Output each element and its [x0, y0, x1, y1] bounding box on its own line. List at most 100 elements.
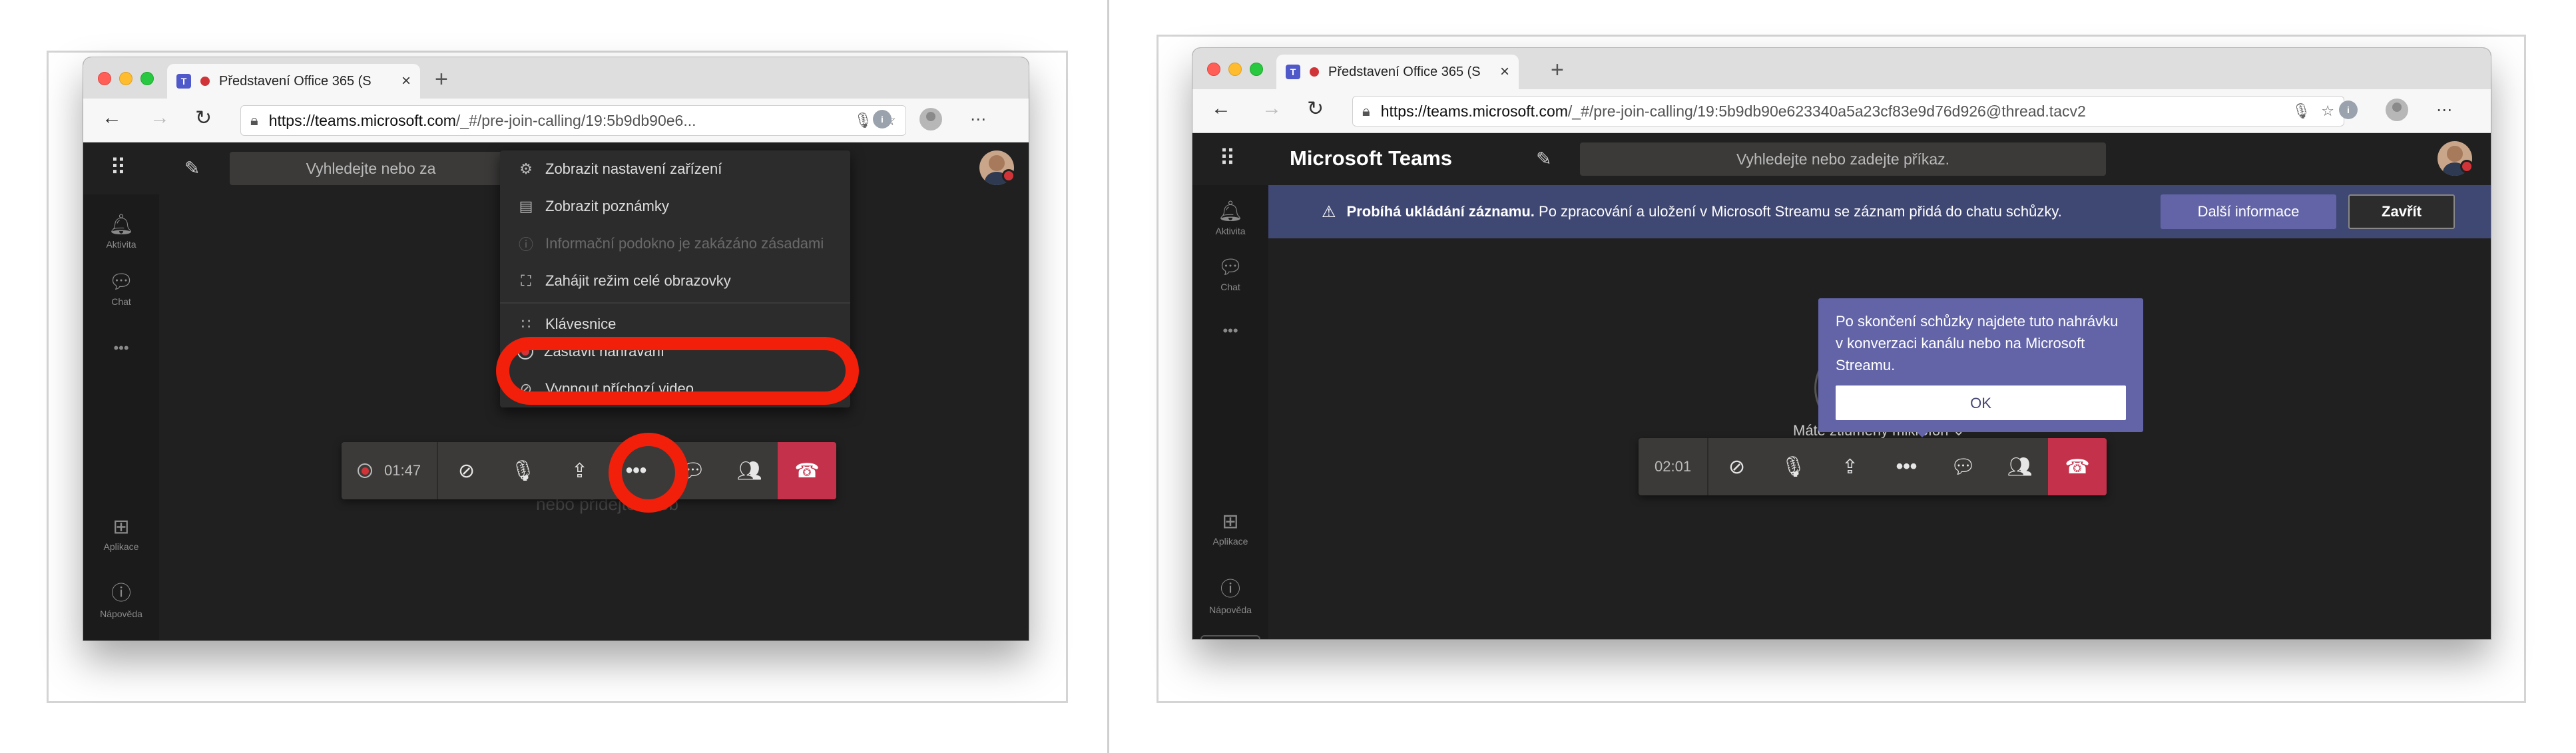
close-banner-button[interactable]: Zavřít — [2348, 194, 2455, 229]
app-launcher-icon[interactable]: ⠿ — [1219, 145, 1236, 172]
microphone-permission-icon[interactable]: 🎙︎ — [854, 112, 872, 129]
reload-button[interactable]: ↻ — [195, 107, 212, 130]
address-bar[interactable]: 🔒︎ https://teams.microsoft.com/_#/pre-jo… — [1352, 96, 2344, 126]
new-chat-icon[interactable]: ✎ — [184, 157, 200, 179]
new-tab-button[interactable]: + — [1551, 57, 1564, 83]
microphone-permission-icon[interactable]: 🎙︎ — [2292, 103, 2310, 120]
hang-up-icon: ☎︎ — [2065, 455, 2090, 478]
share-screen-button[interactable]: ⇪ — [551, 442, 608, 499]
minimize-window-button[interactable] — [1228, 63, 1242, 76]
tab-title: Představení Office 365 (S — [219, 73, 372, 89]
browser-menu-icon[interactable]: ⋯ — [2436, 101, 2452, 120]
app-title: Microsoft Teams — [1290, 146, 1453, 170]
bell-icon: 🔔︎ — [1217, 200, 1244, 222]
address-bar[interactable]: 🔒︎ https://teams.microsoft.com/_#/pre-jo… — [240, 105, 906, 136]
more-info-button[interactable]: Další informace — [2161, 194, 2336, 229]
browser-tab[interactable]: T Představení Office 365 (S × — [167, 64, 420, 99]
url-text: https://teams.microsoft.com/_#/pre-join-… — [269, 112, 844, 130]
presence-status-icon — [1002, 169, 1015, 182]
new-tab-button[interactable]: + — [435, 67, 448, 93]
browser-profile-icon[interactable] — [2386, 99, 2408, 121]
menu-label: Zobrazit nastavení zařízení — [545, 160, 722, 177]
banner-text: Probíhá ukládání záznamu. Po zpracování … — [1347, 203, 2062, 220]
notes-icon: ▤ — [519, 198, 533, 214]
maximize-window-button[interactable] — [1250, 63, 1263, 76]
tooltip-arrow — [1912, 427, 1933, 437]
teams-favicon-icon: T — [1286, 65, 1300, 79]
menu-item-device-settings[interactable]: ⚙ Zobrazit nastavení zařízení — [500, 150, 850, 188]
browser-profile-icon[interactable] — [919, 108, 942, 130]
more-actions-button[interactable]: ••• — [1878, 438, 1935, 495]
more-dots-icon: ••• — [1896, 455, 1918, 477]
info-icon: ⓘ — [518, 236, 533, 253]
mic-toggle-button[interactable]: 🎙︎ — [1765, 438, 1822, 495]
search-input[interactable]: Vyhledejte nebo za — [230, 152, 512, 185]
rail-item-apps[interactable]: ⊞ Aplikace — [1192, 510, 1268, 547]
menu-item-meeting-notes[interactable]: ▤ Zobrazit poznámky — [500, 188, 850, 225]
back-button[interactable]: ← — [1211, 97, 1231, 120]
share-screen-button[interactable]: ⇪ — [1822, 438, 1878, 495]
rail-item-help[interactable]: ⓘ Nápověda — [1192, 573, 1268, 615]
app-rail: 🔔︎ Aktivita 💬︎ Chat ••• ⊞ Aplikace ⓘ Náp… — [83, 194, 159, 640]
keypad-icon: ∷ — [521, 316, 531, 332]
browser-tab[interactable]: T Představení Office 365 (S × — [1276, 55, 1519, 89]
show-participants-button[interactable]: 👥︎ — [721, 442, 778, 499]
call-timer: 02:01 — [1639, 438, 1707, 495]
rail-item-activity[interactable]: 🔔︎ Aktivita — [83, 213, 159, 250]
teams-favicon-icon: T — [176, 74, 191, 89]
title-bar: T Představení Office 365 (S × + — [83, 57, 1029, 99]
camera-off-icon: ⊘ — [1728, 455, 1746, 478]
presence-status-icon — [2460, 160, 2473, 173]
search-input[interactable]: Vyhledejte nebo zadejte příkaz. — [1580, 142, 2106, 176]
mic-toggle-button[interactable]: 🎙︎ — [495, 442, 551, 499]
menu-item-fullscreen[interactable]: ⛶ Zahájit režim celé obrazovky — [500, 262, 850, 300]
rail-item-help[interactable]: ⓘ Nápověda — [83, 577, 159, 619]
forward-button[interactable]: → — [150, 107, 170, 129]
apps-icon: ⊞ — [113, 516, 130, 538]
menu-item-keypad[interactable]: ∷ Klávesnice — [500, 306, 850, 333]
tab-title: Představení Office 365 (S — [1328, 64, 1481, 79]
mic-off-icon: 🎙︎ — [510, 459, 536, 482]
maximize-window-button[interactable] — [140, 72, 154, 85]
window-controls — [1207, 63, 1263, 76]
close-window-button[interactable] — [1207, 63, 1220, 76]
url-host: https://teams.microsoft.com — [1380, 102, 1568, 120]
participants-icon: 👥︎ — [736, 459, 762, 482]
camera-off-icon: ⊘ — [457, 459, 475, 482]
tab-close-icon[interactable]: × — [1500, 63, 1509, 81]
panel-divider — [1107, 0, 1109, 753]
menu-label: Zobrazit poznámky — [545, 198, 669, 214]
rail-label-activity: Aktivita — [1215, 226, 1246, 236]
hang-up-button[interactable]: ☎︎ — [2048, 438, 2107, 495]
camera-toggle-button[interactable]: ⊘ — [438, 442, 495, 499]
hang-up-button[interactable]: ☎︎ — [778, 442, 837, 499]
browser-menu-icon[interactable]: ⋯ — [970, 110, 986, 129]
rail-item-activity[interactable]: 🔔︎ Aktivita — [1192, 200, 1268, 236]
tab-close-icon[interactable]: × — [401, 72, 411, 91]
download-app-button[interactable]: ⤓ — [1200, 635, 1260, 639]
camera-toggle-button[interactable]: ⊘ — [1708, 438, 1765, 495]
tracking-prevention-icon[interactable]: i — [873, 110, 892, 128]
rail-label-apps: Aplikace — [1212, 536, 1248, 547]
show-conversation-button[interactable]: 💬︎ — [1935, 438, 1991, 495]
rail-item-apps[interactable]: ⊞ Aplikace — [83, 515, 159, 552]
show-participants-button[interactable]: 👥︎ — [1991, 438, 2048, 495]
reload-button[interactable]: ↻ — [1307, 97, 1324, 121]
rail-item-more[interactable]: ••• — [1192, 320, 1268, 340]
minimize-window-button[interactable] — [119, 72, 132, 85]
conversation-icon: 💬︎ — [1950, 455, 1976, 478]
title-bar: T Představení Office 365 (S × + — [1192, 48, 2491, 89]
rail-item-chat[interactable]: 💬︎ Chat — [1192, 256, 1268, 292]
back-button[interactable]: ← — [102, 107, 122, 129]
new-chat-icon[interactable]: ✎ — [1536, 148, 1551, 170]
tracking-prevention-icon[interactable]: i — [2339, 101, 2358, 119]
recording-dot-icon — [1310, 67, 1319, 77]
rail-item-chat[interactable]: 💬︎ Chat — [83, 270, 159, 307]
rail-item-more[interactable]: ••• — [83, 337, 159, 357]
close-window-button[interactable] — [98, 72, 111, 85]
forward-button[interactable]: → — [1262, 97, 1282, 120]
favorite-star-icon[interactable]: ☆ — [2321, 103, 2334, 120]
call-timer: 01:47 — [342, 442, 437, 499]
app-launcher-icon[interactable]: ⠿ — [110, 154, 127, 181]
tooltip-ok-button[interactable]: OK — [1836, 385, 2126, 420]
